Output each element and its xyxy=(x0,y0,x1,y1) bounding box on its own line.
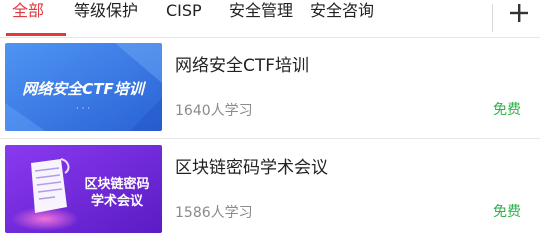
learner-count: 1640人学习 xyxy=(175,103,253,119)
course-card[interactable]: 网络安全CTF培训 · · · 网络安全CTF培训 1640人学习 免费 xyxy=(0,38,540,133)
tab-divider xyxy=(492,4,493,32)
tab-all[interactable]: 全部 xyxy=(12,0,44,37)
course-thumbnail: 区块链密码 学术会议 xyxy=(5,145,162,233)
course-card[interactable]: 区块链密码 学术会议 区块链密码学术会议 1586人学习 免费 xyxy=(0,140,540,235)
tab-level-protection[interactable]: 等级保护 xyxy=(74,0,138,37)
price-badge: 免费 xyxy=(493,102,521,118)
thumbnail-line1: 区块链密码 xyxy=(84,176,149,192)
add-category-button[interactable] xyxy=(500,0,540,30)
price-badge: 免费 xyxy=(493,204,521,220)
thumbnail-line2: 学术会议 xyxy=(91,193,144,209)
tab-security-consulting[interactable]: 安全咨询 xyxy=(310,0,374,37)
learner-count: 1586人学习 xyxy=(175,205,253,221)
thumbnail-dots: · · · xyxy=(76,104,90,114)
thumbnail-text: 网络安全CTF培训 xyxy=(22,80,146,98)
course-title[interactable]: 网络安全CTF培训 xyxy=(175,51,309,76)
course-thumbnail: 网络安全CTF培训 · · · xyxy=(5,43,162,131)
divider xyxy=(0,138,540,139)
tab-security-management[interactable]: 安全管理 xyxy=(229,0,293,37)
active-tab-indicator xyxy=(6,33,66,36)
course-title[interactable]: 区块链密码学术会议 xyxy=(175,153,328,178)
tab-cisp[interactable]: CISP xyxy=(166,0,202,37)
tab-scroll-fade xyxy=(455,0,495,37)
category-tab-bar: 全部 等级保护 CISP 安全管理 安全咨询 xyxy=(0,0,540,37)
plus-icon xyxy=(510,4,528,22)
